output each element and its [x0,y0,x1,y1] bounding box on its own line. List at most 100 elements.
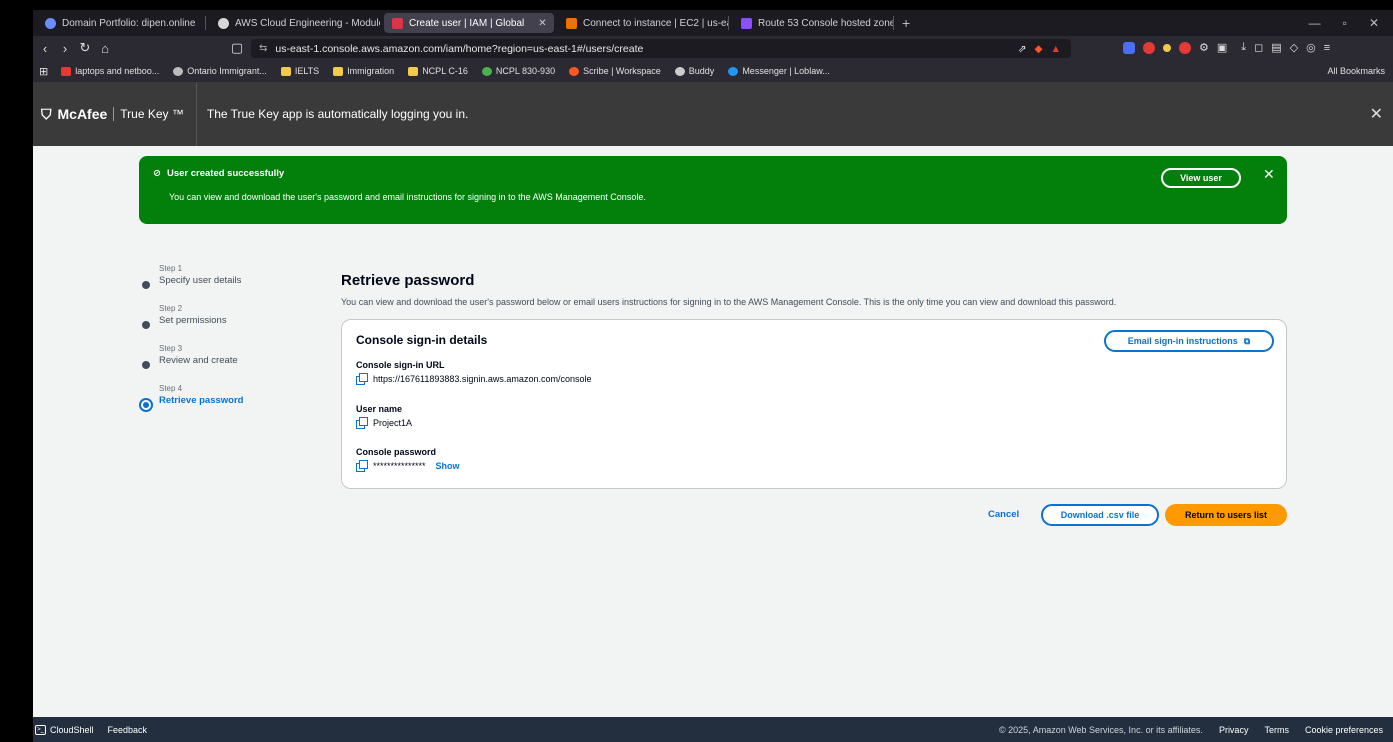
extension-icon[interactable] [1179,41,1191,54]
puzzle-icon[interactable]: ⚙ [1199,41,1209,54]
rewards-icon[interactable]: ▲ [1051,43,1061,55]
step-label: Review and create [159,355,238,366]
mcafee-message: The True Key app is automatically loggin… [206,107,469,121]
email-sign-in-instructions-button[interactable]: Email sign-in instructions ⧉ [1104,330,1274,352]
bookmark-label: NCPL C-16 [422,66,468,76]
card-title: Console sign-in details [356,333,488,347]
share-icon[interactable]: ⇗ [1018,43,1027,55]
restore-icon[interactable]: ▫ [1343,16,1347,30]
download-csv-button[interactable]: Download .csv file [1041,504,1159,526]
copy-icon[interactable] [356,373,368,385]
tab-create-user-iam[interactable]: Create user | IAM | Global ✕ [384,13,554,33]
bookmark-folder[interactable]: NCPL C-16 [403,66,473,76]
mcafee-brand: McAfee [57,106,108,122]
download-icon[interactable]: ⤓ [1241,41,1246,54]
tab-label: Domain Portfolio: dipen.online [62,17,196,29]
bookmark-item[interactable]: Messenger | Loblaw... [723,66,834,76]
step-label: Set permissions [159,315,227,326]
mcafee-product: True Key ™ [113,107,184,121]
step-number: Step 3 [159,344,183,353]
bookmarks-bar: ⊞ laptops and netboo... Ontario Immigran… [33,60,1393,82]
close-icon[interactable]: ✕ [1263,166,1275,183]
extension-icon[interactable] [1143,41,1155,54]
step-specify-user-details: Step 1 Specify user details [139,264,319,304]
tab-label: Connect to instance | EC2 | us-east-1 [583,17,728,29]
tab-strip: Domain Portfolio: dipen.online AWS Cloud… [33,10,1393,36]
return-to-users-list-button[interactable]: Return to users list [1165,504,1287,526]
back-icon[interactable]: ‹ [35,41,55,56]
tab-aws-cloud-engineering[interactable]: AWS Cloud Engineering - Module 1 R [210,13,380,33]
bookmark-label: laptops and netboo... [75,66,160,76]
bookmark-label: Messenger | Loblaw... [742,66,830,76]
bookmark-favicon-icon [61,66,72,76]
step-dot-icon [142,321,150,329]
privacy-link[interactable]: Privacy [1219,725,1249,735]
terminal-icon: >_ [35,724,46,735]
minimize-icon[interactable]: — [1309,16,1321,30]
bookmark-item[interactable]: laptops and netboo... [56,66,164,76]
tab-label: Create user | IAM | Global [409,17,525,29]
extension-icon[interactable] [1123,41,1135,54]
tab-route53[interactable]: Route 53 Console hosted zones [733,13,893,33]
step-dot-icon [142,281,150,289]
username-field: User name Project1A [356,404,412,429]
vpn-icon[interactable]: ◇ [1290,41,1298,54]
wallet-icon[interactable]: ▤ [1271,41,1281,54]
view-user-button[interactable]: View user [1161,168,1241,188]
flash-title-text: User created successfully [166,168,285,179]
folder-icon [1313,67,1323,76]
step-set-permissions: Step 2 Set permissions [139,304,319,344]
tab-domain-portfolio[interactable]: Domain Portfolio: dipen.online [37,13,205,33]
folder-icon [280,66,291,76]
tab-favicon-icon [392,17,403,29]
extension-icon[interactable] [1163,43,1171,52]
cookie-preferences-link[interactable]: Cookie preferences [1305,725,1383,735]
step-number: Step 2 [159,304,183,313]
external-link-icon: ⧉ [1243,335,1251,346]
bookmark-folder[interactable]: IELTS [276,66,324,76]
reload-icon[interactable]: ↻ [75,40,95,56]
brave-shield-icon[interactable]: ◆ [1035,43,1043,55]
bookmark-favicon-icon [674,66,685,76]
home-icon[interactable]: ⌂ [95,41,115,56]
forward-icon[interactable]: › [55,41,75,56]
window-icon[interactable]: ◻ [1254,41,1263,54]
all-bookmarks-label: All Bookmarks [1327,66,1385,76]
cloudshell-button[interactable]: >_ CloudShell [33,724,94,735]
show-password-link[interactable]: Show [436,461,460,471]
bookmark-item[interactable]: Ontario Immigrant... [168,66,272,76]
flash-title: ⊘ User created successfully [153,168,284,179]
step-retrieve-password: Step 4 Retrieve password [139,384,319,424]
bookmark-item[interactable]: Scribe | Workspace [564,66,666,76]
close-icon[interactable]: ✕ [1370,104,1393,124]
new-tab-icon[interactable]: + [902,15,910,31]
site-settings-icon[interactable]: ⇆ [259,43,267,54]
terms-link[interactable]: Terms [1264,725,1289,735]
menu-icon[interactable]: ≡ [1324,42,1330,54]
copy-icon[interactable] [356,417,368,429]
tab-divider [728,16,729,30]
bookmark-item[interactable]: Buddy [670,66,720,76]
tab-favicon-icon [566,17,577,29]
success-flash-banner: ⊘ User created successfully You can view… [139,156,1287,224]
close-window-icon[interactable]: ✕ [1369,16,1379,30]
bookmark-label: Immigration [347,66,395,76]
shield-icon[interactable]: ◎ [1306,41,1316,54]
url-bar[interactable]: ⇆ us-east-1.console.aws.amazon.com/iam/h… [251,39,1071,58]
current-step-icon [139,398,153,412]
copy-icon[interactable] [356,460,368,472]
extensions-toolbar: ⚙ ▣ ⤓ ◻ ▤ ◇ ◎ ≡ [1123,41,1330,54]
cancel-button[interactable]: Cancel [988,509,1019,520]
bookmark-folder[interactable]: Immigration [328,66,399,76]
tab-favicon-icon [741,17,752,29]
sidebar-icon[interactable]: ▣ [1217,41,1227,54]
feedback-link[interactable]: Feedback [108,725,148,735]
bookmark-item[interactable]: NCPL 830-930 [477,66,560,76]
close-tab-icon[interactable]: ✕ [538,18,546,29]
tab-connect-to-instance[interactable]: Connect to instance | EC2 | us-east-1 [558,13,728,33]
bookmark-page-icon[interactable]: ▢ [227,40,247,56]
url-text: us-east-1.console.aws.amazon.com/iam/hom… [275,42,644,55]
apps-grid-icon[interactable]: ⊞ [39,65,48,78]
all-bookmarks[interactable]: All Bookmarks [1313,66,1393,76]
field-label: User name [356,404,403,414]
